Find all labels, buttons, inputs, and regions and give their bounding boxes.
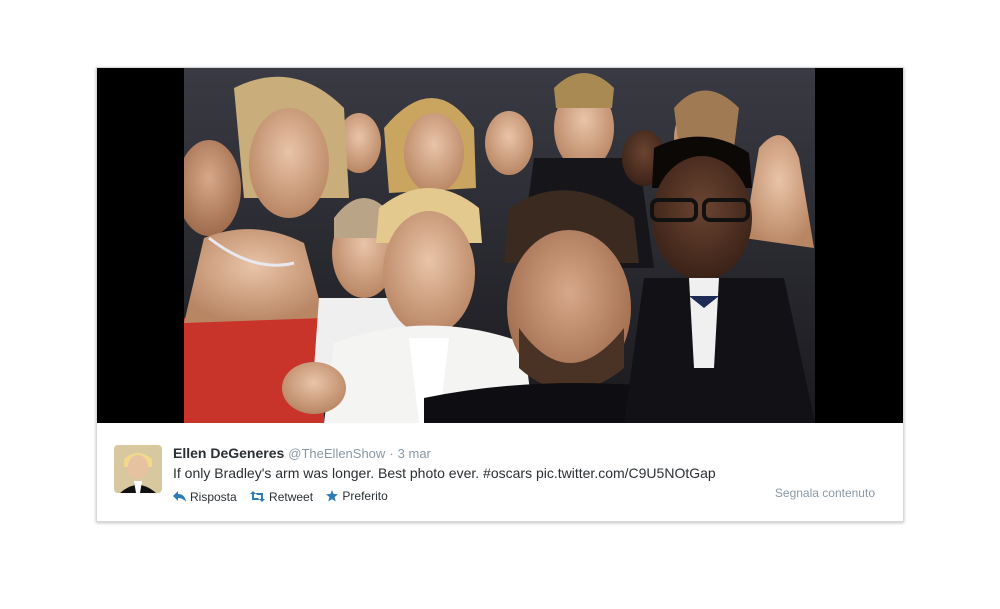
- tweet-timestamp[interactable]: 3 mar: [398, 446, 431, 461]
- retweet-button[interactable]: Retweet: [250, 489, 313, 505]
- selfie-photo[interactable]: [184, 68, 815, 423]
- tweet-card: Ellen DeGeneres @TheEllenShow · 3 mar If on…: [96, 67, 904, 522]
- retweet-icon: [250, 491, 266, 502]
- report-content-link[interactable]: Segnala contenuto: [775, 486, 875, 500]
- reply-button[interactable]: Risposta: [173, 489, 237, 505]
- tweet-media[interactable]: [97, 68, 903, 423]
- tweet-text: If only Bradley's arm was longer. Best p…: [173, 465, 716, 481]
- star-icon: [326, 490, 339, 502]
- tweet-footer: Ellen DeGeneres @TheEllenShow · 3 mar If on…: [97, 423, 903, 521]
- tweet-actions: Risposta Retweet Preferito: [173, 488, 398, 506]
- header-separator: ·: [389, 446, 394, 461]
- reply-icon: [173, 491, 186, 502]
- reply-label: Risposta: [190, 489, 237, 504]
- favorite-button[interactable]: Preferito: [326, 488, 388, 504]
- favorite-label: Preferito: [342, 489, 388, 503]
- tweet-header: Ellen DeGeneres @TheEllenShow · 3 mar: [173, 444, 431, 463]
- retweet-label: Retweet: [269, 489, 314, 504]
- avatar[interactable]: [114, 445, 162, 493]
- author-name[interactable]: Ellen DeGeneres: [173, 445, 284, 461]
- author-handle[interactable]: @TheEllenShow: [288, 446, 385, 461]
